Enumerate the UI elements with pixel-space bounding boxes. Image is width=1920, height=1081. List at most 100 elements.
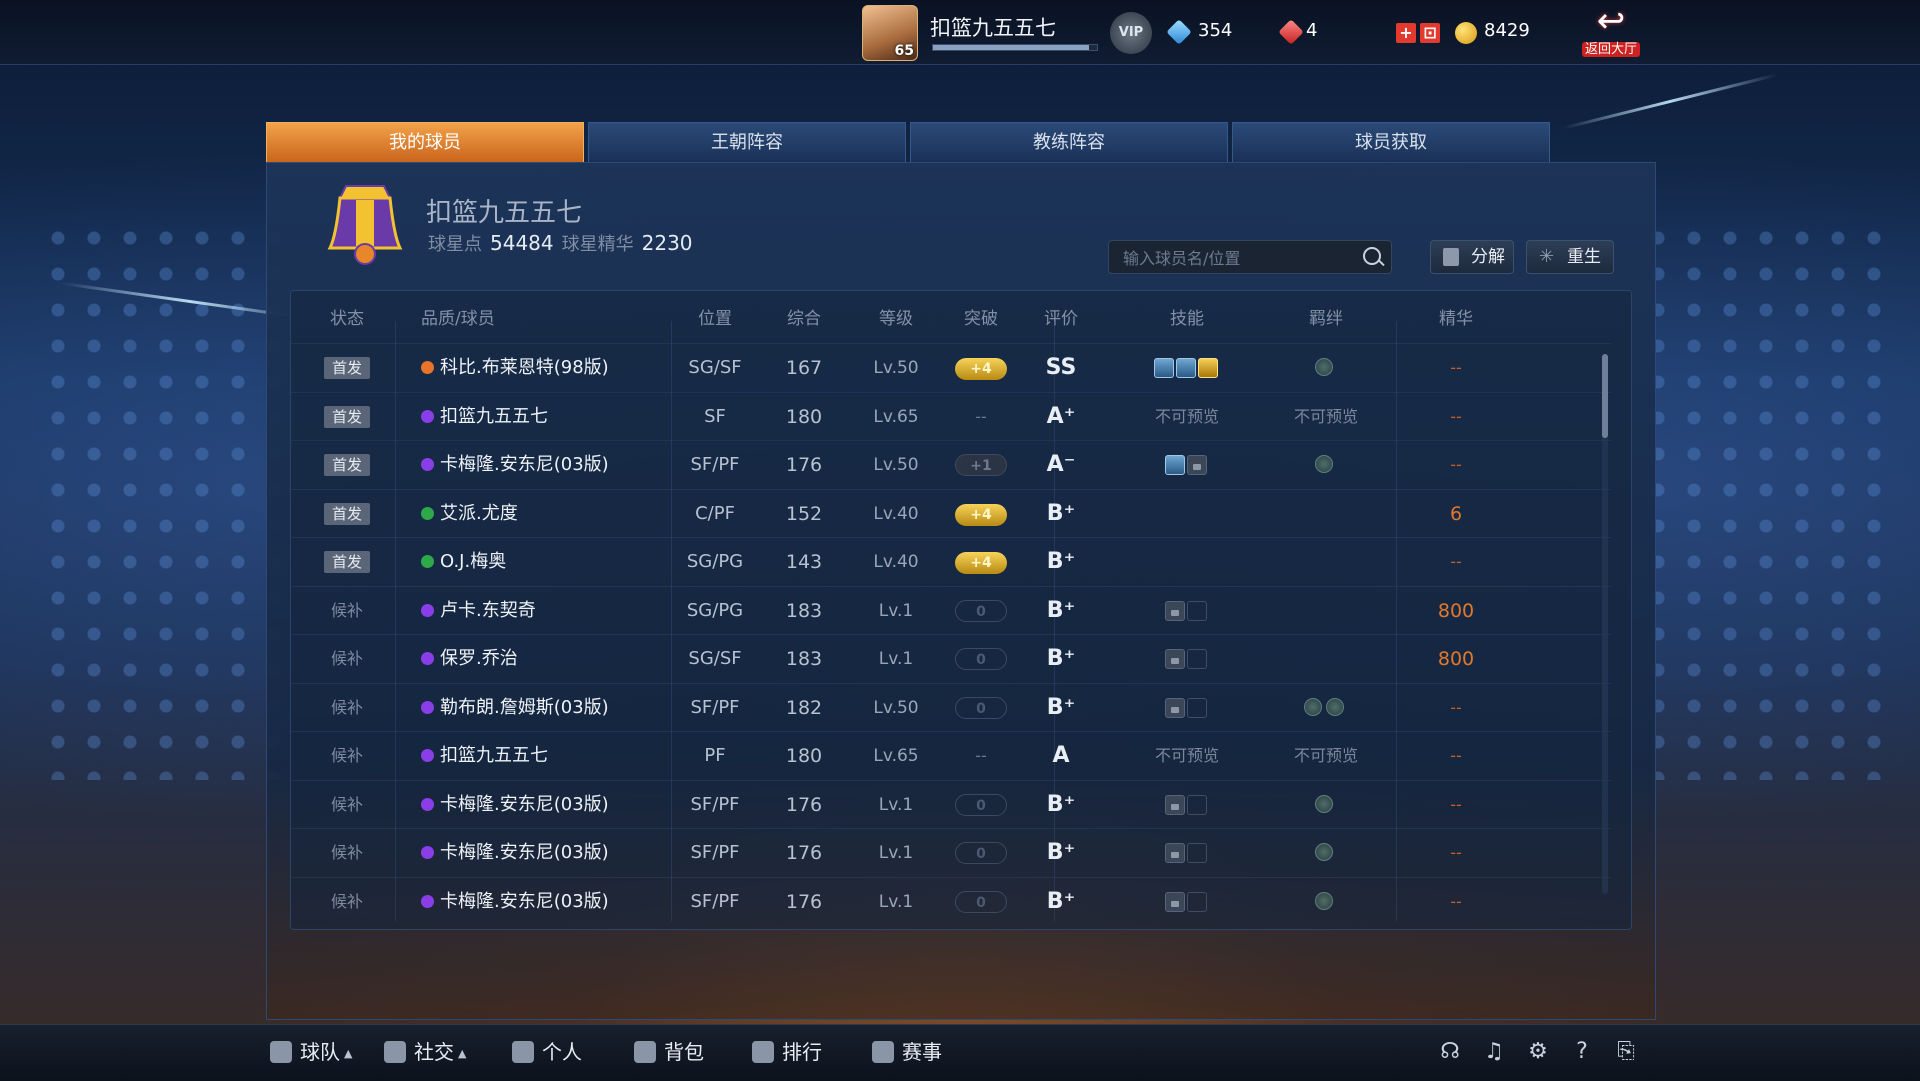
player-name-cell: 艾派.尤度 bbox=[440, 502, 518, 524]
nav-person[interactable]: 个人 bbox=[512, 1036, 582, 1068]
table-row[interactable]: 首发 卡梅隆.安东尼(03版) SF/PF 176 Lv.50 +1 A⁻ -- bbox=[291, 440, 1611, 489]
add-ticket-button[interactable]: + bbox=[1396, 23, 1416, 43]
player-search-input[interactable] bbox=[1121, 241, 1345, 275]
headset-icon[interactable]: ☊ bbox=[1438, 1040, 1462, 1064]
skill-slot[interactable] bbox=[1187, 649, 1207, 669]
lock-icon[interactable] bbox=[1165, 843, 1185, 863]
essence-cell: -- bbox=[1450, 843, 1462, 862]
exit-icon[interactable]: ⎘ bbox=[1614, 1040, 1638, 1064]
skill-slot[interactable] bbox=[1187, 794, 1207, 815]
skill-slot[interactable] bbox=[1187, 891, 1207, 912]
lock-icon[interactable] bbox=[1165, 697, 1185, 718]
table-row[interactable]: 首发 艾派.尤度 C/PF 152 Lv.40 +4 B⁺ 6 bbox=[291, 488, 1611, 538]
status-badge: 首发 bbox=[324, 357, 370, 379]
column-header: 综合 bbox=[787, 309, 821, 329]
level-cell: Lv.50 bbox=[873, 697, 919, 718]
rebirth-label: 重生 bbox=[1567, 247, 1601, 267]
quality-dot bbox=[421, 652, 434, 665]
player-name: 扣篮九五五七 bbox=[930, 16, 1056, 40]
lock-icon[interactable] bbox=[1165, 600, 1185, 621]
back-to-lobby-button[interactable]: ↩ 返回大厅 bbox=[1576, 4, 1646, 60]
overall-cell: 176 bbox=[785, 793, 823, 816]
skill-slot[interactable] bbox=[1187, 697, 1207, 718]
decompose-label: 分解 bbox=[1471, 247, 1505, 267]
caret-up-icon: ▲ bbox=[344, 1047, 353, 1060]
essence-cell: -- bbox=[1450, 455, 1462, 474]
lock-icon[interactable] bbox=[1165, 649, 1185, 669]
trophy-icon bbox=[872, 1041, 894, 1063]
tab-0[interactable]: 我的球员 bbox=[266, 122, 584, 162]
table-row[interactable]: 候补 卡梅隆.安东尼(03版) SF/PF 176 Lv.1 0 B⁺ -- bbox=[291, 779, 1611, 829]
breakthrough-badge: 0 bbox=[955, 842, 1007, 864]
bond-icon[interactable] bbox=[1315, 891, 1333, 910]
help-icon[interactable]: ? bbox=[1570, 1040, 1594, 1064]
skill-slot[interactable] bbox=[1187, 843, 1207, 863]
overall-cell: 182 bbox=[785, 696, 823, 719]
nav-social[interactable]: 社交 ▲ bbox=[384, 1036, 466, 1068]
search-icon[interactable] bbox=[1363, 247, 1381, 265]
bond-icon[interactable] bbox=[1304, 697, 1322, 716]
player-avatar[interactable]: 65 bbox=[862, 5, 918, 61]
table-row[interactable]: 候补 保罗.乔治 SG/SF 183 Lv.1 0 B⁺ 800 bbox=[291, 634, 1611, 683]
table-row[interactable]: 候补 卢卡.东契奇 SG/PG 183 Lv.1 0 B⁺ 800 bbox=[291, 585, 1611, 635]
tab-3[interactable]: 球员获取 bbox=[1232, 122, 1550, 162]
nav-trophy[interactable]: 赛事 bbox=[872, 1036, 942, 1068]
table-row[interactable]: 首发 O.J.梅奥 SG/PG 143 Lv.40 +4 B⁺ -- bbox=[291, 537, 1611, 586]
table-row[interactable]: 候补 勒布朗.詹姆斯(03版) SF/PF 182 Lv.50 0 B⁺ -- bbox=[291, 682, 1611, 732]
table-row[interactable]: 候补 扣篮九五五七 PF 180 Lv.65 -- A 不可预览 不可预览 -- bbox=[291, 731, 1611, 780]
breakthrough-badge: +4 bbox=[955, 358, 1007, 380]
table-row[interactable]: 首发 科比.布莱恩特(98版) SG/SF 167 Lv.50 +4 SS -- bbox=[291, 343, 1611, 392]
nav-ranking[interactable]: 排行 bbox=[752, 1036, 822, 1068]
table-row[interactable]: 首发 扣篮九五五七 SF 180 Lv.65 -- A⁺ 不可预览 不可预览 -… bbox=[291, 391, 1611, 441]
arena-lights-left bbox=[40, 220, 300, 780]
scrollbar-thumb[interactable] bbox=[1602, 354, 1608, 438]
quality-dot bbox=[421, 749, 434, 762]
nav-team[interactable]: 球队 ▲ bbox=[270, 1036, 352, 1068]
quality-dot bbox=[421, 458, 434, 471]
xp-fill bbox=[933, 45, 1089, 50]
tab-1[interactable]: 王朝阵容 bbox=[588, 122, 906, 162]
skill-icon[interactable] bbox=[1198, 358, 1218, 378]
tab-2[interactable]: 教练阵容 bbox=[910, 122, 1228, 162]
vip-badge[interactable]: VIP bbox=[1110, 12, 1152, 54]
add-gift-button[interactable]: ⊡ bbox=[1420, 23, 1440, 43]
player-search-box[interactable] bbox=[1108, 240, 1392, 275]
diamond-count: 354 bbox=[1198, 20, 1233, 41]
table-row[interactable]: 候补 卡梅隆.安东尼(03版) SF/PF 176 Lv.1 0 B⁺ -- bbox=[291, 828, 1611, 877]
table-row[interactable]: 候补 卡梅隆.安东尼(03版) SF/PF 176 Lv.1 0 B⁺ -- bbox=[291, 876, 1611, 926]
skill-slot[interactable] bbox=[1187, 600, 1207, 621]
skill-icon[interactable] bbox=[1176, 358, 1196, 378]
bond-icon[interactable] bbox=[1326, 697, 1344, 716]
nav-backpack[interactable]: 背包 bbox=[634, 1036, 704, 1068]
xp-bar bbox=[932, 44, 1098, 51]
decompose-button[interactable]: 分解 bbox=[1430, 240, 1514, 274]
rebirth-button[interactable]: ✳ 重生 bbox=[1526, 240, 1614, 274]
bond-icon[interactable] bbox=[1315, 358, 1333, 376]
coin-count: 8429 bbox=[1484, 20, 1530, 41]
position-cell: SG/PG bbox=[686, 551, 744, 572]
bond-icon[interactable] bbox=[1315, 455, 1333, 473]
settings-icon[interactable]: ⚙ bbox=[1526, 1040, 1550, 1064]
coin-icon bbox=[1455, 22, 1477, 44]
skill-icon[interactable] bbox=[1165, 455, 1185, 475]
bond-icon[interactable] bbox=[1315, 794, 1333, 813]
skill-icon[interactable] bbox=[1154, 358, 1174, 378]
lock-icon[interactable] bbox=[1165, 794, 1185, 815]
status-badge: 首发 bbox=[324, 405, 370, 428]
bond-icon[interactable] bbox=[1315, 843, 1333, 861]
ticket-count: 4 bbox=[1306, 20, 1318, 41]
level-cell: Lv.50 bbox=[873, 358, 919, 378]
player-name-cell: 卡梅隆.安东尼(03版) bbox=[440, 793, 609, 815]
player-name-cell: 扣篮九五五七 bbox=[440, 405, 548, 427]
table-scrollbar[interactable] bbox=[1602, 354, 1608, 894]
lock-icon[interactable] bbox=[1187, 455, 1207, 475]
lock-icon[interactable] bbox=[1165, 891, 1185, 912]
level-cell: Lv.1 bbox=[878, 843, 914, 863]
essence-label: 球星精华 bbox=[561, 234, 634, 255]
level-cell: Lv.1 bbox=[878, 891, 914, 912]
table-header: 状态 品质/球员 位置 综合 等级 突破 评价 技能 羁绊 精华 bbox=[291, 295, 1611, 343]
status-badge: 首发 bbox=[324, 502, 370, 525]
rating-cell: A bbox=[1052, 743, 1070, 768]
bond-note: 不可预览 bbox=[1293, 406, 1358, 426]
music-icon[interactable]: ♫ bbox=[1482, 1040, 1506, 1064]
